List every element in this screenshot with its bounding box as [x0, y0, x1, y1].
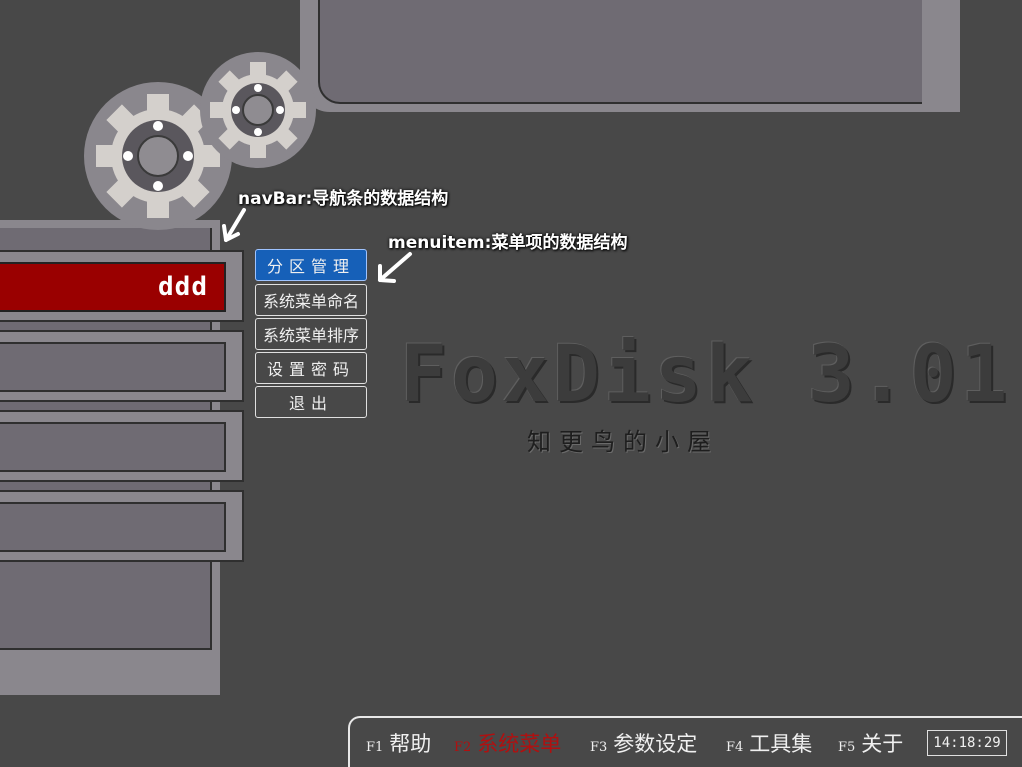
- top-frame-panel: [318, 0, 922, 104]
- nav-item-panel: [0, 502, 226, 552]
- nav-item-panel: ddd: [0, 262, 226, 312]
- fkey-settings[interactable]: F3 参数设定: [590, 728, 697, 758]
- nav-item-1[interactable]: ddd: [0, 250, 244, 322]
- fkey-system-menu[interactable]: F2 系统菜单: [454, 728, 561, 758]
- nav-item-panel: [0, 342, 226, 392]
- fkey-label: 参数设定: [613, 732, 698, 756]
- fkey-key: F5: [838, 740, 856, 755]
- nav-item-2[interactable]: [0, 330, 244, 402]
- navbar-annotation: navBar:导航条的数据结构: [238, 189, 449, 209]
- nav-item-3[interactable]: [0, 410, 244, 482]
- fkey-help[interactable]: F1 帮助: [366, 728, 431, 758]
- menu-item-sort-menu[interactable]: 系统菜单排序: [255, 318, 367, 350]
- fkey-key: F3: [590, 740, 608, 755]
- fkey-label: 系统菜单: [477, 732, 562, 756]
- clock: 14:18:29: [927, 730, 1007, 756]
- fkey-label: 关于: [861, 732, 904, 756]
- nav-item-label: ddd: [158, 272, 208, 302]
- menu-item-partition-manage[interactable]: 分区管理: [255, 249, 367, 281]
- navbar-arrow-icon: [222, 208, 246, 242]
- menuitem-annotation: menuitem:菜单项的数据结构: [388, 233, 628, 253]
- fkey-key: F4: [726, 740, 744, 755]
- app-title: FoxDisk 3.01: [400, 330, 1012, 420]
- app-subtitle: 知更鸟的小屋: [527, 428, 719, 456]
- nav-item-4[interactable]: [0, 490, 244, 562]
- menuitem-arrow-icon: [378, 252, 412, 283]
- fkey-about[interactable]: F5 关于: [838, 728, 903, 758]
- fkey-key: F1: [366, 740, 384, 755]
- menu-item-exit[interactable]: 退出: [255, 386, 367, 418]
- nav-item-panel: [0, 422, 226, 472]
- menu-item-rename-menu[interactable]: 系统菜单命名: [255, 284, 367, 316]
- menu-item-set-password[interactable]: 设置密码: [255, 352, 367, 384]
- small-gear-icon: [200, 52, 316, 168]
- fkey-tools[interactable]: F4 工具集: [726, 728, 812, 758]
- fkey-label: 工具集: [749, 732, 813, 756]
- fkey-key: F2: [454, 740, 472, 755]
- fkey-label: 帮助: [389, 732, 432, 756]
